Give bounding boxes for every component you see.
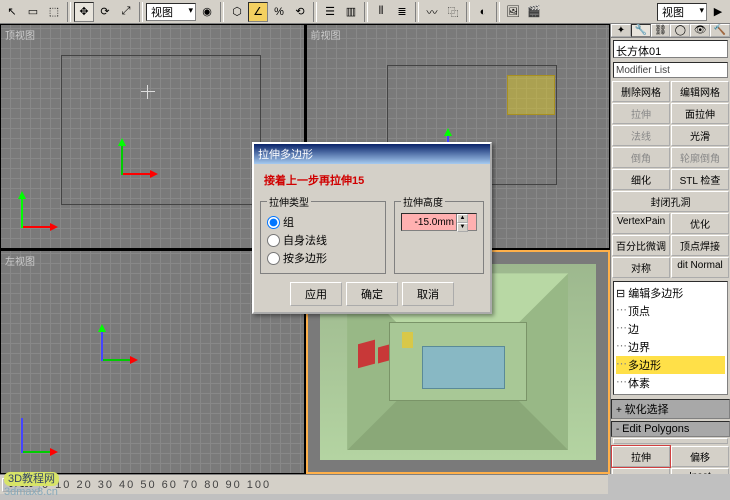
- btn-poly-extrude[interactable]: 拉伸: [612, 446, 670, 467]
- btn-vertex-paint[interactable]: VertexPain: [612, 213, 670, 234]
- align-icon[interactable]: ⫴: [371, 2, 391, 22]
- tab-motion[interactable]: ◯: [670, 24, 690, 37]
- render-preset-dropdown[interactable]: 视图: [657, 3, 707, 21]
- scale-icon[interactable]: ⤢: [116, 2, 136, 22]
- ref-coord-dropdown[interactable]: 视图: [146, 3, 196, 21]
- tab-modify[interactable]: 🔧: [631, 24, 651, 37]
- btn-smooth[interactable]: 光滑: [671, 125, 729, 146]
- object-name-field[interactable]: 长方体01: [613, 40, 728, 58]
- btn-poly-offset[interactable]: 偏移: [671, 446, 729, 467]
- subobj-border[interactable]: 边界: [616, 338, 725, 356]
- viewport-label: 顶视图: [5, 27, 35, 42]
- command-panel: ✦ 🔧 ⛓ ◯ 👁 🔨 长方体01 Modifier List 删除网格 编辑网…: [610, 24, 730, 474]
- move-icon[interactable]: ✥: [74, 2, 94, 22]
- viewport-label: 前视图: [311, 27, 341, 42]
- apply-button[interactable]: 应用: [290, 282, 342, 306]
- time-ruler: 0 10 20 30 40 50 60 70 80 90 100: [42, 479, 608, 491]
- btn-stl-check[interactable]: STL 检查: [671, 169, 729, 190]
- axis-y-icon: [121, 140, 123, 175]
- btn-vertex-weld[interactable]: 顶点焊接: [671, 235, 729, 256]
- cancel-button[interactable]: 取消: [402, 282, 454, 306]
- named-sel-icon[interactable]: ☰: [320, 2, 340, 22]
- subobj-edge[interactable]: 边: [616, 320, 725, 338]
- radio-local-normal[interactable]: 自身法线: [267, 231, 379, 249]
- watermark: 3D教程网 3dmax8.cn: [4, 470, 59, 498]
- select-fence-icon[interactable]: ⬚: [44, 2, 64, 22]
- select-icon[interactable]: ↖: [2, 2, 22, 22]
- rollout-soft-select[interactable]: + 软化选择: [611, 399, 730, 419]
- subobj-vertex[interactable]: 顶点: [616, 302, 725, 320]
- pivot-icon[interactable]: ◉: [197, 2, 217, 22]
- dialog-title-text: 拉伸多边形: [258, 146, 313, 162]
- height-spinner[interactable]: ▲▼: [401, 213, 477, 231]
- radio-by-polygon[interactable]: 按多边形: [267, 249, 379, 267]
- schematic-icon[interactable]: ⿻: [443, 2, 463, 22]
- dialog-titlebar[interactable]: 拉伸多边形: [254, 144, 490, 164]
- btn-delete-mesh[interactable]: 删除网格: [612, 81, 670, 102]
- layers-icon[interactable]: ≣: [392, 2, 412, 22]
- rollout-edit-polygons[interactable]: - Edit Polygons: [611, 421, 730, 437]
- btn-poly-inset[interactable]: Inset: [671, 468, 729, 474]
- render-icon[interactable]: ▶: [708, 2, 728, 22]
- select-rect-icon[interactable]: ▭: [23, 2, 43, 22]
- btn-bevel[interactable]: 倒角: [612, 147, 670, 168]
- extrude-height-group: 拉伸高度 ▲▼: [394, 194, 484, 274]
- subobj-polygon[interactable]: 多边形: [616, 356, 725, 374]
- btn-percent[interactable]: 百分比微调: [612, 235, 670, 256]
- rotate-icon[interactable]: ⟳: [95, 2, 115, 22]
- btn-cap-holes[interactable]: 封闭孔洞: [612, 191, 729, 212]
- btn-edit-normals[interactable]: dit Normal: [671, 257, 729, 278]
- btn-optimize[interactable]: 优化: [671, 213, 729, 234]
- tab-hierarchy[interactable]: ⛓: [651, 24, 671, 37]
- tab-display[interactable]: 👁: [690, 24, 710, 37]
- btn-poly-bevel[interactable]: 倒角: [612, 468, 670, 474]
- spinner-snap-icon[interactable]: ⟲: [290, 2, 310, 22]
- modifier-stack[interactable]: ⊟ 编辑多边形 顶点 边 边界 多边形 体素: [613, 281, 728, 395]
- snap-icon[interactable]: ⬡: [227, 2, 247, 22]
- material-icon[interactable]: ◐: [473, 2, 493, 22]
- tab-create[interactable]: ✦: [611, 24, 631, 37]
- spinner-down-icon[interactable]: ▼: [457, 223, 468, 232]
- subobj-element[interactable]: 体素: [616, 374, 725, 392]
- render-scene-icon[interactable]: 🖼: [503, 2, 523, 22]
- dialog-annotation: 接着上一步再拉伸15: [260, 170, 484, 194]
- tab-utilities[interactable]: 🔨: [710, 24, 730, 37]
- percent-snap-icon[interactable]: %: [269, 2, 289, 22]
- timeline[interactable]: 0 / 100 0 10 20 30 40 50 60 70 80 90 100: [0, 474, 608, 494]
- btn-extrude[interactable]: 拉伸: [612, 103, 670, 124]
- extrude-dialog: 拉伸多边形 接着上一步再拉伸15 拉伸类型 组 自身法线 按多边形 拉伸高度 ▲…: [252, 142, 492, 314]
- spinner-up-icon[interactable]: ▲: [457, 214, 468, 223]
- btn-symmetry[interactable]: 对称: [612, 257, 670, 278]
- btn-face-extrude[interactable]: 面拉伸: [671, 103, 729, 124]
- btn-normal[interactable]: 法线: [612, 125, 670, 146]
- cursor-icon: [141, 85, 155, 99]
- viewport-label: 左视图: [5, 253, 35, 268]
- btn-edit-mesh[interactable]: 编辑网格: [671, 81, 729, 102]
- radio-group[interactable]: 组: [267, 213, 379, 231]
- btn-bevel-profile[interactable]: 轮廓倒角: [671, 147, 729, 168]
- angle-snap-icon[interactable]: ∠: [248, 2, 268, 22]
- main-toolbar: ↖ ▭ ⬚ ✥ ⟳ ⤢ 视图 ◉ ⬡ ∠ % ⟲ ☰ ▥ ⫴ ≣ 〰 ⿻ ◐ 🖼…: [0, 0, 730, 24]
- btn-tessellate[interactable]: 细化: [612, 169, 670, 190]
- modifier-list-dropdown[interactable]: Modifier List: [613, 62, 728, 78]
- extrude-type-group: 拉伸类型 组 自身法线 按多边形: [260, 194, 386, 274]
- ok-button[interactable]: 确定: [346, 282, 398, 306]
- curve-editor-icon[interactable]: 〰: [422, 2, 442, 22]
- axis-x-icon: [121, 173, 156, 175]
- height-input[interactable]: [402, 214, 456, 230]
- stack-root[interactable]: 编辑多边形: [628, 288, 683, 300]
- quick-render-icon[interactable]: 🎬: [524, 2, 544, 22]
- btn-insert-vertex[interactable]: 插入顶点: [613, 438, 728, 444]
- mirror-icon[interactable]: ▥: [341, 2, 361, 22]
